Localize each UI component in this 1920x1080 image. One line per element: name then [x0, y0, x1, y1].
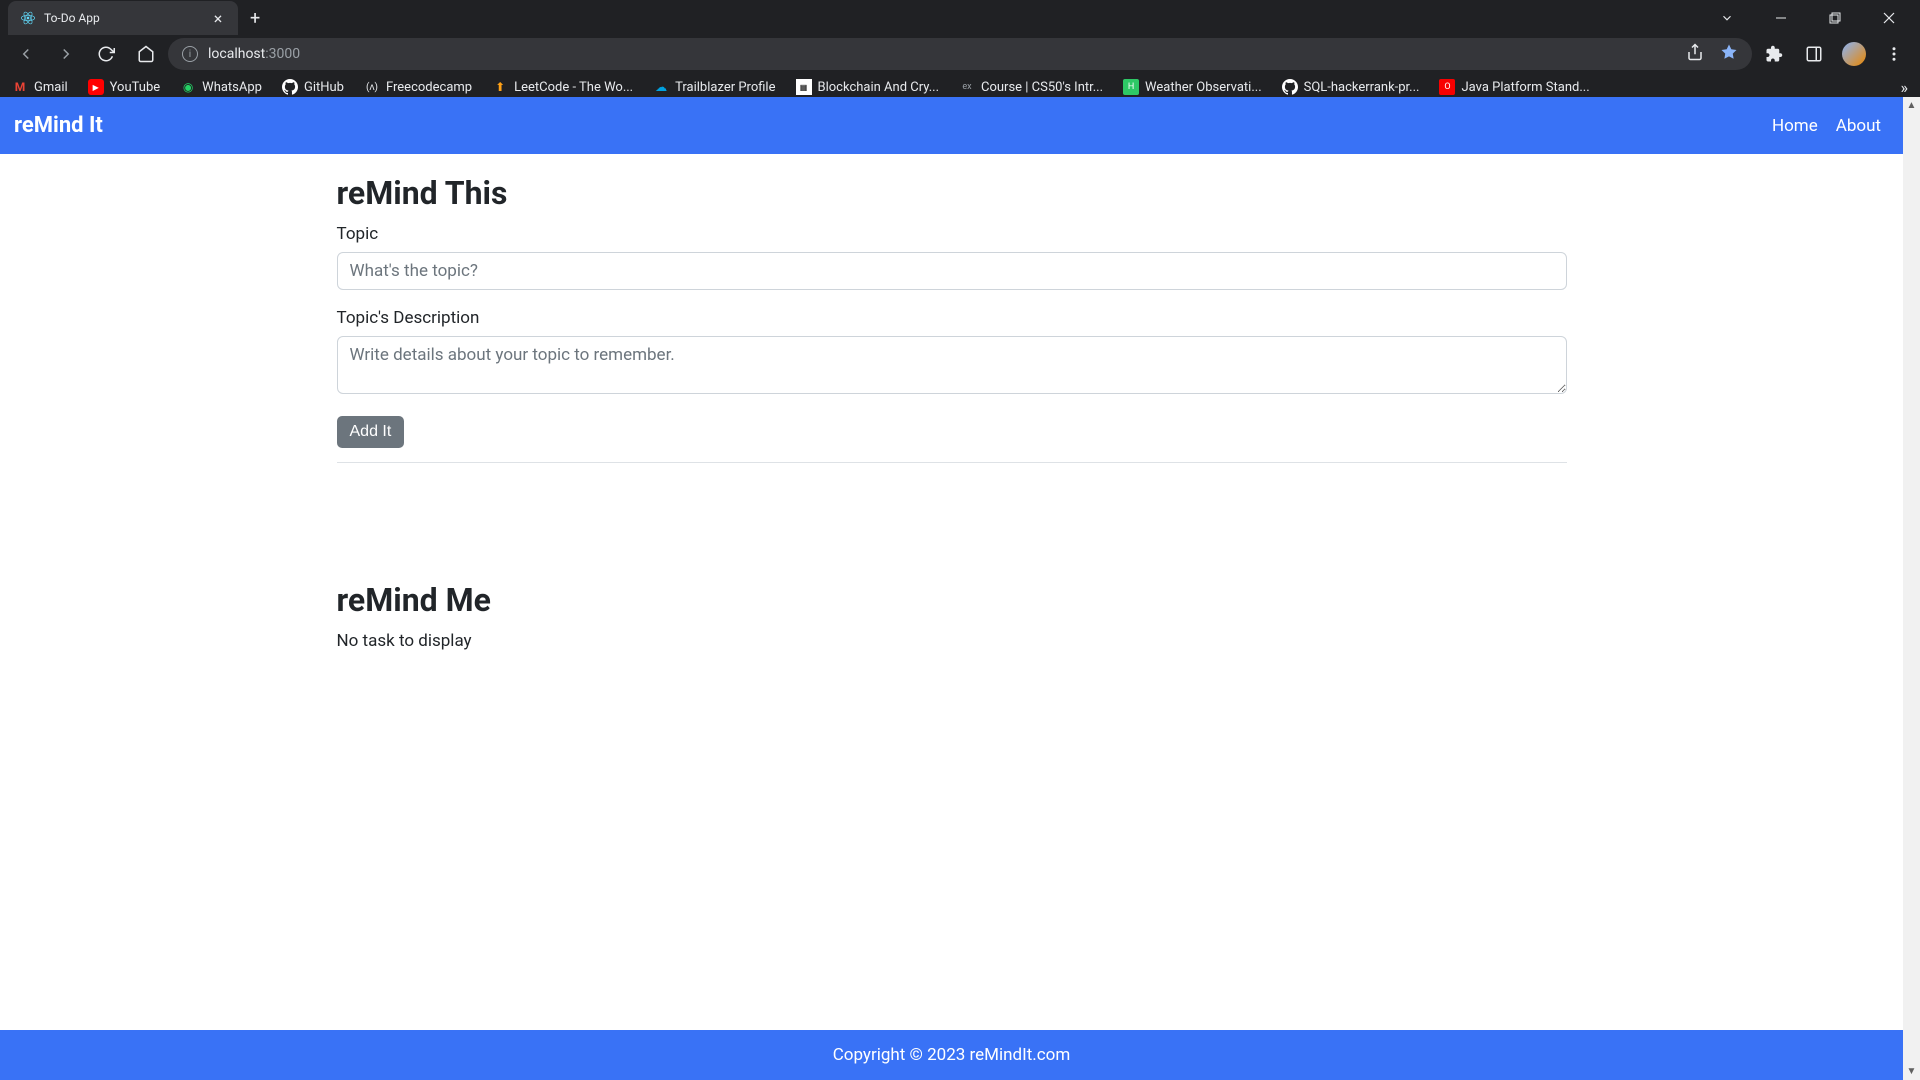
bookmark-label: Course | CS50's Intr...	[981, 80, 1103, 95]
empty-state: No task to display	[337, 631, 1567, 651]
freecodecamp-icon: (ʌ)	[364, 79, 380, 95]
extensions-icon[interactable]	[1756, 36, 1792, 72]
divider	[337, 462, 1567, 463]
side-panel-icon[interactable]	[1796, 36, 1832, 72]
footer: Copyright © 2023 reMindIt.com	[0, 1030, 1903, 1080]
add-button[interactable]: Add It	[337, 416, 405, 448]
share-icon[interactable]	[1686, 43, 1704, 65]
whatsapp-icon: ◉	[180, 79, 196, 95]
github-icon	[1282, 79, 1298, 95]
react-icon	[20, 10, 36, 26]
bookmark-sql[interactable]: SQL-hackerrank-pr...	[1282, 79, 1420, 95]
youtube-icon: ▶	[88, 79, 104, 95]
bookmark-star-icon[interactable]	[1720, 43, 1738, 65]
forward-button[interactable]	[48, 36, 84, 72]
tab-search-icon[interactable]	[1704, 2, 1750, 34]
close-icon[interactable]: ×	[210, 9, 226, 28]
reload-button[interactable]	[88, 36, 124, 72]
tab-bar: To-Do App × +	[0, 0, 1920, 36]
home-button[interactable]	[128, 36, 164, 72]
form-container: reMind This Topic Topic's Description Ad…	[337, 154, 1567, 483]
bookmark-label: Java Platform Stand...	[1461, 80, 1589, 95]
bookmark-leetcode[interactable]: ⬆ LeetCode - The Wo...	[492, 79, 633, 95]
leetcode-icon: ⬆	[492, 79, 508, 95]
bookmark-label: Weather Observati...	[1145, 80, 1262, 95]
nav-home[interactable]: Home	[1772, 116, 1818, 136]
avatar-icon	[1842, 42, 1866, 66]
topic-label: Topic	[337, 224, 1567, 244]
site-info-icon[interactable]: i	[182, 46, 198, 62]
bookmark-blockchain[interactable]: ▦ Blockchain And Cry...	[796, 79, 940, 95]
list-heading: reMind Me	[337, 581, 1567, 619]
salesforce-icon: ☁	[653, 79, 669, 95]
oracle-icon: O	[1439, 79, 1455, 95]
close-window-icon[interactable]	[1866, 2, 1912, 34]
minimize-icon[interactable]	[1758, 2, 1804, 34]
bookmark-github[interactable]: GitHub	[282, 79, 344, 95]
bookmark-label: Freecodecamp	[386, 80, 472, 95]
window-controls	[1704, 2, 1920, 34]
bookmark-freecodecamp[interactable]: (ʌ) Freecodecamp	[364, 79, 472, 95]
profile-avatar[interactable]	[1836, 36, 1872, 72]
list-container: reMind Me No task to display	[337, 561, 1567, 671]
gmail-icon: M	[12, 79, 28, 95]
bookmark-gmail[interactable]: M Gmail	[12, 79, 68, 95]
bookmark-label: LeetCode - The Wo...	[514, 80, 633, 95]
scroll-down-icon[interactable]: ▼	[1903, 1063, 1920, 1080]
back-button[interactable]	[8, 36, 44, 72]
page-content: reMind It Home About reMind This Topic T…	[0, 97, 1903, 1080]
nav-about[interactable]: About	[1836, 116, 1881, 136]
maximize-icon[interactable]	[1812, 2, 1858, 34]
browser-tab[interactable]: To-Do App ×	[8, 1, 238, 35]
url-text: localhost:3000	[208, 46, 300, 62]
bookmark-label: WhatsApp	[202, 80, 262, 95]
new-tab-button[interactable]: +	[238, 8, 272, 29]
bookmark-label: GitHub	[304, 80, 344, 95]
edx-icon: ex	[959, 79, 975, 95]
description-label: Topic's Description	[337, 308, 1567, 328]
bookmark-whatsapp[interactable]: ◉ WhatsApp	[180, 79, 262, 95]
menu-icon[interactable]	[1876, 36, 1912, 72]
generic-icon: ▦	[796, 79, 812, 95]
nav-links: Home About	[1772, 116, 1889, 136]
footer-text: Copyright © 2023 reMindIt.com	[833, 1045, 1071, 1065]
viewport: reMind It Home About reMind This Topic T…	[0, 97, 1920, 1080]
hackerrank-icon: H	[1123, 79, 1139, 95]
topic-input[interactable]	[337, 252, 1567, 290]
brand-logo[interactable]: reMind It	[14, 113, 103, 138]
tab-title: To-Do App	[44, 11, 202, 25]
bookmark-label: SQL-hackerrank-pr...	[1304, 80, 1420, 95]
bookmark-youtube[interactable]: ▶ YouTube	[88, 79, 161, 95]
bookmark-weather[interactable]: H Weather Observati...	[1123, 79, 1262, 95]
scroll-up-icon[interactable]: ▲	[1903, 97, 1920, 114]
bookmark-trailblazer[interactable]: ☁ Trailblazer Profile	[653, 79, 775, 95]
description-input[interactable]	[337, 336, 1567, 394]
bookmark-label: YouTube	[110, 80, 161, 95]
app-navbar: reMind It Home About	[0, 97, 1903, 154]
form-heading: reMind This	[337, 174, 1567, 212]
bookmark-label: Trailblazer Profile	[675, 80, 775, 95]
bookmark-cs50[interactable]: ex Course | CS50's Intr...	[959, 79, 1103, 95]
bookmark-java[interactable]: O Java Platform Stand...	[1439, 79, 1589, 95]
scrollbar[interactable]: ▲ ▼	[1903, 97, 1920, 1080]
address-bar-row: i localhost:3000	[0, 36, 1920, 72]
bookmark-label: Gmail	[34, 80, 68, 95]
browser-chrome: To-Do App × +	[0, 0, 1920, 97]
bookmarks-overflow-icon[interactable]: »	[1901, 78, 1909, 97]
bookmark-label: Blockchain And Cry...	[818, 80, 940, 95]
github-icon	[282, 79, 298, 95]
address-bar[interactable]: i localhost:3000	[168, 38, 1752, 70]
